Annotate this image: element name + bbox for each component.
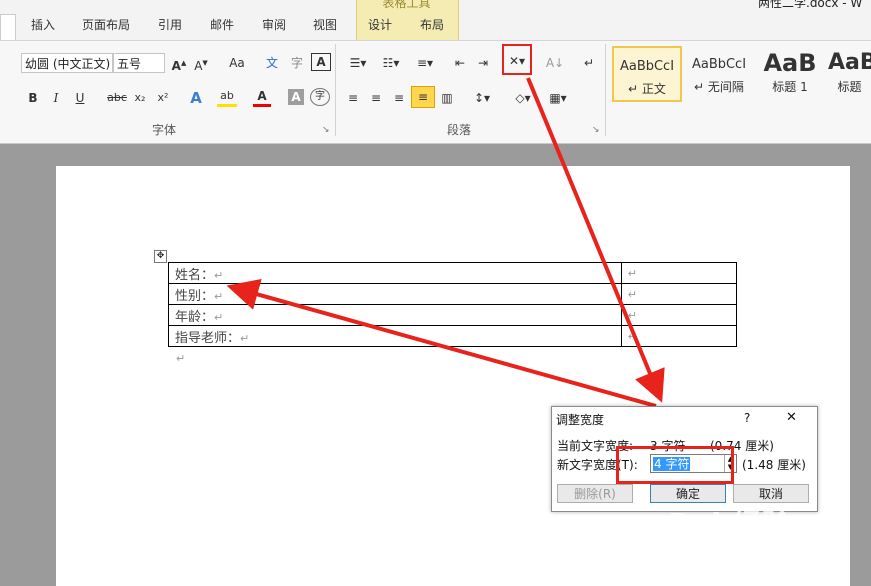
arrow-to-dialog [526, 77, 665, 403]
new-width-cm: (1.48 厘米) [742, 458, 806, 472]
delete-button[interactable]: 删除(R) [557, 484, 633, 503]
help-icon[interactable]: ? [744, 411, 750, 425]
dialog-title: 调整宽度 [556, 413, 605, 427]
watermark-url: jingyan.baidu.com [704, 552, 824, 567]
baidu-watermark: Bai 经验 [668, 508, 792, 543]
close-icon[interactable]: ✕ [786, 410, 797, 425]
annotation-highlight-box [616, 446, 734, 484]
arrow-to-table [226, 278, 657, 408]
